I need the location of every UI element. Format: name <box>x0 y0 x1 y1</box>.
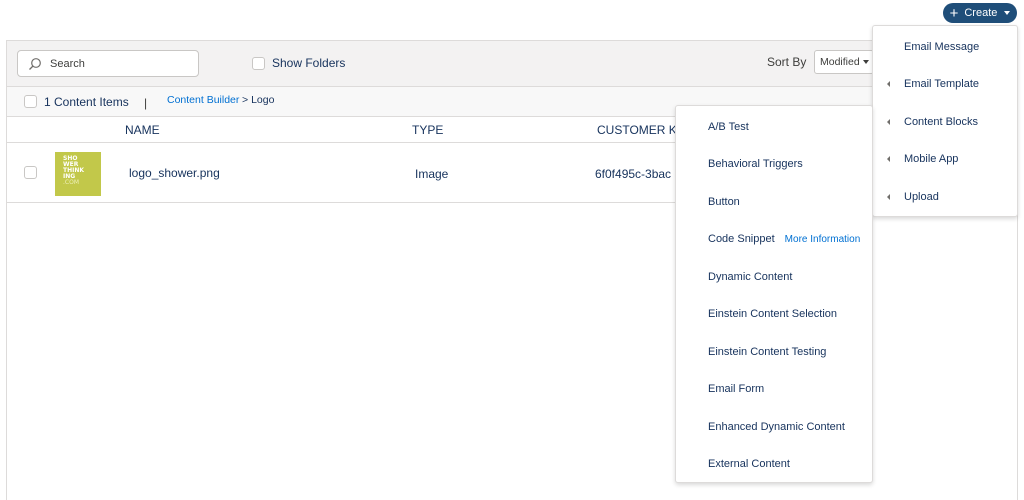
menu-item-label: Enhanced Dynamic Content <box>708 421 845 433</box>
show-folders-label: Show Folders <box>272 56 346 70</box>
menu-item-label: Upload <box>904 191 939 203</box>
sort-by-label: Sort By <box>767 55 807 69</box>
caret-left-icon <box>887 81 890 87</box>
menu-item-ab-test[interactable]: A/B Test <box>676 117 872 137</box>
menu-item-label: Code Snippet <box>708 233 775 245</box>
menu-item-content-blocks[interactable]: Content Blocks <box>873 112 1017 132</box>
menu-item-code-snippet[interactable]: Code Snippet More Information <box>676 229 872 249</box>
menu-item-einstein-content-testing[interactable]: Einstein Content Testing <box>676 342 872 362</box>
menu-item-email-template[interactable]: Email Template <box>873 74 1017 94</box>
search-input[interactable]: Search <box>17 50 199 77</box>
create-menu: Email Message Email Template Content Blo… <box>872 25 1018 217</box>
show-folders-checkbox[interactable] <box>252 56 265 70</box>
menu-item-label: Content Blocks <box>904 116 978 128</box>
menu-item-enhanced-dynamic-content[interactable]: Enhanced Dynamic Content <box>676 417 872 437</box>
file-name[interactable]: logo_shower.png <box>129 166 220 180</box>
select-all-checkbox[interactable] <box>24 95 37 108</box>
search-icon <box>29 57 41 70</box>
file-type: Image <box>415 167 449 181</box>
thumb-text: .COM <box>63 179 79 186</box>
menu-item-label: Mobile App <box>904 153 959 165</box>
sort-by-select[interactable]: Modified <box>814 50 874 74</box>
divider: | <box>144 96 148 110</box>
plus-icon: + <box>949 4 959 22</box>
breadcrumb-current-label: Logo <box>251 94 275 106</box>
menu-item-label: Einstein Content Testing <box>708 346 827 358</box>
menu-item-label: A/B Test <box>708 121 749 133</box>
menu-item-dynamic-content[interactable]: Dynamic Content <box>676 267 872 287</box>
menu-item-label: Einstein Content Selection <box>708 308 838 320</box>
sort-by-value: Modified <box>820 56 860 68</box>
menu-item-label: Email Form <box>708 383 765 395</box>
breadcrumb-current: > Logo <box>242 94 274 106</box>
menu-item-behavioral-triggers[interactable]: Behavioral Triggers <box>676 154 872 174</box>
create-button[interactable]: + Create <box>943 3 1017 23</box>
caret-left-icon <box>887 194 890 200</box>
row-checkbox[interactable] <box>24 166 37 179</box>
breadcrumb-content-builder[interactable]: Content Builder <box>167 94 239 106</box>
menu-item-label: Email Message <box>904 41 980 53</box>
caret-left-icon <box>887 119 890 125</box>
toolbar: Search Show Folders Sort By Modified <box>7 41 1017 87</box>
menu-item-label: External Content <box>708 458 790 470</box>
chevron-down-icon <box>862 60 869 64</box>
menu-item-label: Dynamic Content <box>708 271 793 283</box>
menu-item-email-message[interactable]: Email Message <box>873 37 1017 57</box>
menu-item-label: Behavioral Triggers <box>708 158 803 170</box>
menu-item-email-form[interactable]: Email Form <box>676 379 872 399</box>
column-header-type[interactable]: TYPE <box>412 123 443 137</box>
menu-item-einstein-content-selection[interactable]: Einstein Content Selection <box>676 304 872 324</box>
caret-left-icon <box>887 156 890 162</box>
search-placeholder: Search <box>50 57 85 70</box>
breadcrumb-arrow: > <box>242 94 249 106</box>
chevron-down-icon <box>1004 11 1011 15</box>
menu-item-upload[interactable]: Upload <box>873 187 1017 207</box>
menu-item-button[interactable]: Button <box>676 192 872 212</box>
column-header-name[interactable]: NAME <box>125 123 160 137</box>
content-count: 1 Content Items <box>44 95 129 109</box>
image-thumbnail: SHO WER THINK ING .COM <box>55 152 101 196</box>
create-button-label: Create <box>964 7 998 19</box>
menu-item-label: Email Template <box>904 78 979 90</box>
show-folders-toggle[interactable]: Show Folders <box>252 56 345 70</box>
menu-item-external-content[interactable]: External Content <box>676 454 872 474</box>
customer-key: 6f0f495c-3bac <box>595 167 672 181</box>
column-header-customer-key[interactable]: CUSTOMER KE <box>597 123 685 137</box>
menu-item-label: Button <box>708 196 740 208</box>
menu-item-mobile-app[interactable]: Mobile App <box>873 149 1017 169</box>
more-information-link[interactable]: More Information <box>785 234 861 245</box>
content-blocks-menu: A/B Test Behavioral Triggers Button Code… <box>675 105 873 483</box>
